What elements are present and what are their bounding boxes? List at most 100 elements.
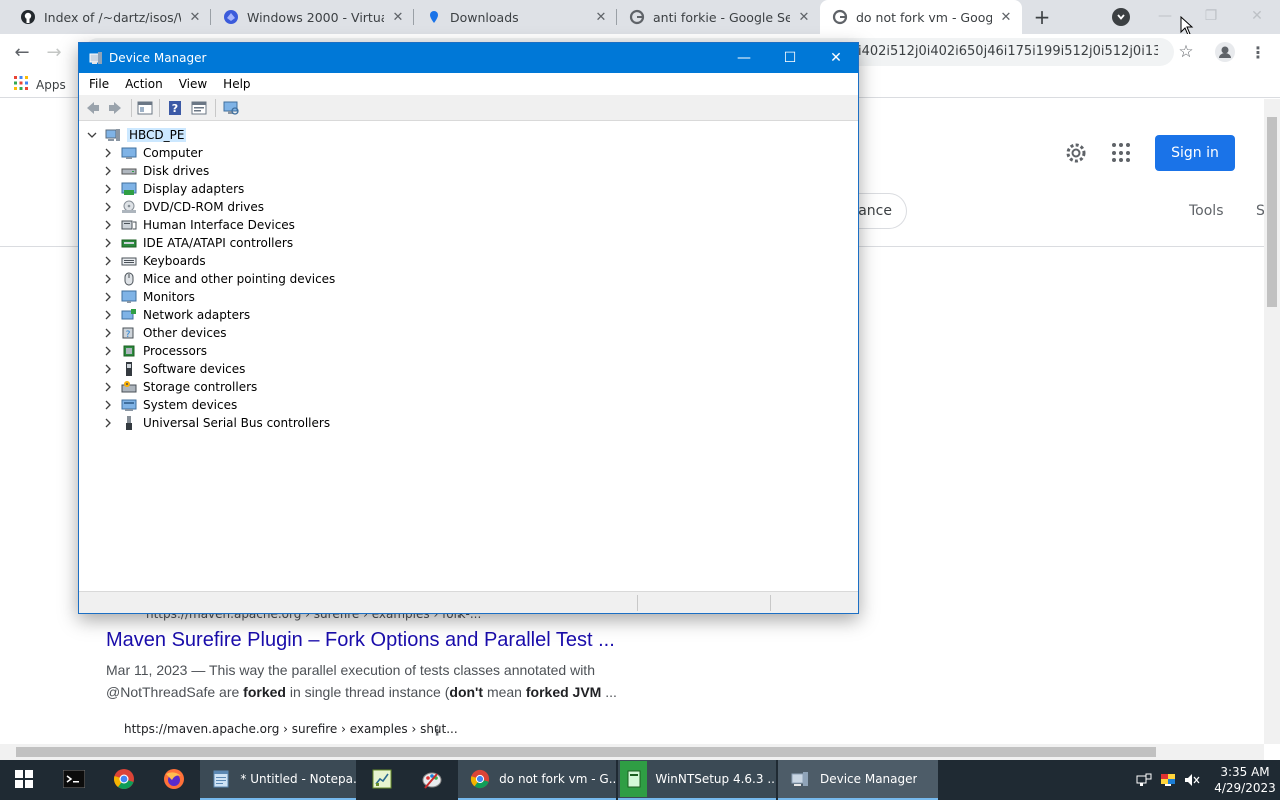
- taskbar-chrome-window[interactable]: do not fork vm - G...: [458, 760, 616, 800]
- pinned-terminal[interactable]: [50, 760, 98, 800]
- pinned-paint[interactable]: [408, 760, 456, 800]
- chevron-right-icon[interactable]: [101, 290, 115, 304]
- system-clock[interactable]: 3:35 AM 4/29/2023: [1214, 764, 1276, 796]
- result-title-link[interactable]: Maven Surefire Plugin – Fork Options and…: [106, 629, 615, 652]
- horizontal-scrollbar[interactable]: [0, 744, 1264, 760]
- vertical-scrollbar[interactable]: [1264, 99, 1280, 744]
- browser-menu-icon[interactable]: ⋮: [1246, 40, 1270, 64]
- close-icon[interactable]: ✕: [813, 43, 859, 73]
- snippet-highlight: forked: [243, 684, 286, 700]
- minimize-icon[interactable]: —: [721, 43, 767, 73]
- maximize-icon[interactable]: ☐: [767, 43, 813, 73]
- close-icon[interactable]: ✕: [998, 9, 1014, 25]
- toolbar-divider: [159, 99, 160, 117]
- sign-in-button[interactable]: Sign in: [1155, 135, 1235, 171]
- tree-node-keyboards[interactable]: Keyboards: [101, 252, 206, 270]
- tree-node-computer[interactable]: Computer: [101, 144, 203, 162]
- forward-arrow-icon[interactable]: →: [42, 40, 66, 64]
- forward-arrow-icon[interactable]: [107, 100, 123, 116]
- chevron-right-icon[interactable]: [101, 236, 115, 250]
- google-apps-icon[interactable]: [1112, 143, 1132, 163]
- chevron-right-icon[interactable]: [101, 416, 115, 430]
- chevron-right-icon[interactable]: [101, 146, 115, 160]
- github-octocat-icon: [20, 9, 36, 25]
- chevron-right-icon[interactable]: [101, 362, 115, 376]
- chevron-right-icon[interactable]: [101, 218, 115, 232]
- tree-node-display-adapters[interactable]: Display adapters: [101, 180, 244, 198]
- tree-node-universal-serial-bus-controllers[interactable]: Universal Serial Bus controllers: [101, 414, 330, 432]
- chevron-right-icon[interactable]: [101, 164, 115, 178]
- tab-index-of-isos[interactable]: Index of /~dartz/isos/Win ✕: [8, 0, 211, 34]
- more-options-icon[interactable]: ⋮: [430, 723, 444, 739]
- taskbar-device-manager[interactable]: Device Manager: [778, 760, 938, 800]
- tab-anti-forkie[interactable]: anti forkie - Google Searc ✕: [617, 0, 820, 34]
- chevron-down-icon[interactable]: [85, 128, 99, 142]
- chevron-right-icon[interactable]: [101, 308, 115, 322]
- chevron-right-icon[interactable]: [101, 380, 115, 394]
- scroll-thumb[interactable]: [1267, 117, 1277, 307]
- chevron-right-icon[interactable]: [101, 182, 115, 196]
- url-text[interactable]: i402i512j0i402i650j46i175i199i512j0i512j…: [858, 44, 1158, 59]
- close-icon[interactable]: ✕: [593, 9, 609, 25]
- tree-node-human-interface-devices[interactable]: Human Interface Devices: [101, 216, 295, 234]
- tree-node-system-devices[interactable]: System devices: [101, 396, 237, 414]
- tab-downloads[interactable]: Downloads ✕: [414, 0, 617, 34]
- tree-node-ide-ata-atapi-controllers[interactable]: IDE ATA/ATAPI controllers: [101, 234, 293, 252]
- display-settings-icon[interactable]: [1160, 772, 1176, 788]
- help-icon[interactable]: ?: [167, 100, 183, 116]
- pinned-spreadsheet[interactable]: [358, 760, 406, 800]
- tab-windows-2000[interactable]: Windows 2000 - Virtual x8 ✕: [211, 0, 414, 34]
- window-title: Device Manager: [109, 51, 207, 65]
- scroll-thumb[interactable]: [16, 747, 1156, 757]
- scan-hardware-icon[interactable]: [223, 100, 239, 116]
- tree-root[interactable]: HBCD_PE: [85, 126, 187, 144]
- volume-muted-icon[interactable]: [1184, 772, 1200, 788]
- tree-node-processors[interactable]: Processors: [101, 342, 207, 360]
- close-icon[interactable]: ✕: [796, 9, 812, 25]
- chevron-right-icon[interactable]: [101, 326, 115, 340]
- tab-do-not-fork-vm[interactable]: do not fork vm - Google S ✕: [820, 0, 1022, 34]
- tree-node-monitors[interactable]: Monitors: [101, 288, 195, 306]
- apps-shortcut[interactable]: Apps: [14, 76, 66, 93]
- chevron-right-icon[interactable]: [101, 272, 115, 286]
- menu-help[interactable]: Help: [215, 77, 258, 91]
- tree-node-dvd-cd-rom-drives[interactable]: DVD/CD-ROM drives: [101, 198, 264, 216]
- restore-icon[interactable]: ❐: [1188, 0, 1234, 32]
- tab-search-icon[interactable]: [1112, 8, 1130, 26]
- profile-avatar-icon[interactable]: [1215, 42, 1235, 62]
- window-titlebar[interactable]: Device Manager — ☐ ✕: [79, 43, 858, 73]
- tree-node-software-devices[interactable]: Software devices: [101, 360, 245, 378]
- network-icon[interactable]: [1136, 772, 1152, 788]
- menu-action[interactable]: Action: [117, 77, 171, 91]
- tree-node-label: Universal Serial Bus controllers: [143, 416, 331, 430]
- taskbar-winntsetup[interactable]: WinNTSetup 4.6.3 ...: [618, 760, 776, 800]
- chevron-right-icon[interactable]: [101, 254, 115, 268]
- chevron-right-icon[interactable]: [101, 398, 115, 412]
- start-button[interactable]: [0, 760, 48, 800]
- close-window-icon[interactable]: ✕: [1234, 0, 1280, 32]
- taskbar-notepad[interactable]: * Untitled - Notepa...: [200, 760, 356, 800]
- back-arrow-icon[interactable]: [85, 100, 101, 116]
- pinned-firefox[interactable]: [150, 760, 198, 800]
- tree-node-mice-and-other-pointing-devices[interactable]: Mice and other pointing devices: [101, 270, 335, 288]
- pinned-chrome[interactable]: [100, 760, 148, 800]
- close-icon[interactable]: ✕: [187, 9, 203, 25]
- gear-icon[interactable]: [1064, 141, 1088, 165]
- properties-icon[interactable]: [191, 100, 207, 116]
- back-arrow-icon[interactable]: ←: [10, 40, 34, 64]
- chevron-right-icon[interactable]: [101, 200, 115, 214]
- google-icon: [832, 9, 848, 25]
- close-icon[interactable]: ✕: [390, 9, 406, 25]
- tree-node-disk-drives[interactable]: Disk drives: [101, 162, 209, 180]
- bookmark-star-icon[interactable]: ☆: [1174, 40, 1198, 64]
- menu-file[interactable]: File: [81, 77, 117, 91]
- tree-node-network-adapters[interactable]: Network adapters: [101, 306, 250, 324]
- new-tab-button[interactable]: +: [1030, 5, 1054, 29]
- tree-node-label: IDE ATA/ATAPI controllers: [143, 236, 294, 250]
- tree-node-storage-controllers[interactable]: Storage controllers: [101, 378, 257, 396]
- tools-button[interactable]: Tools: [1189, 203, 1224, 219]
- chevron-right-icon[interactable]: [101, 344, 115, 358]
- tree-node-other-devices[interactable]: ? Other devices: [101, 324, 227, 342]
- menu-view[interactable]: View: [171, 77, 215, 91]
- show-hide-console-tree-icon[interactable]: [137, 100, 153, 116]
